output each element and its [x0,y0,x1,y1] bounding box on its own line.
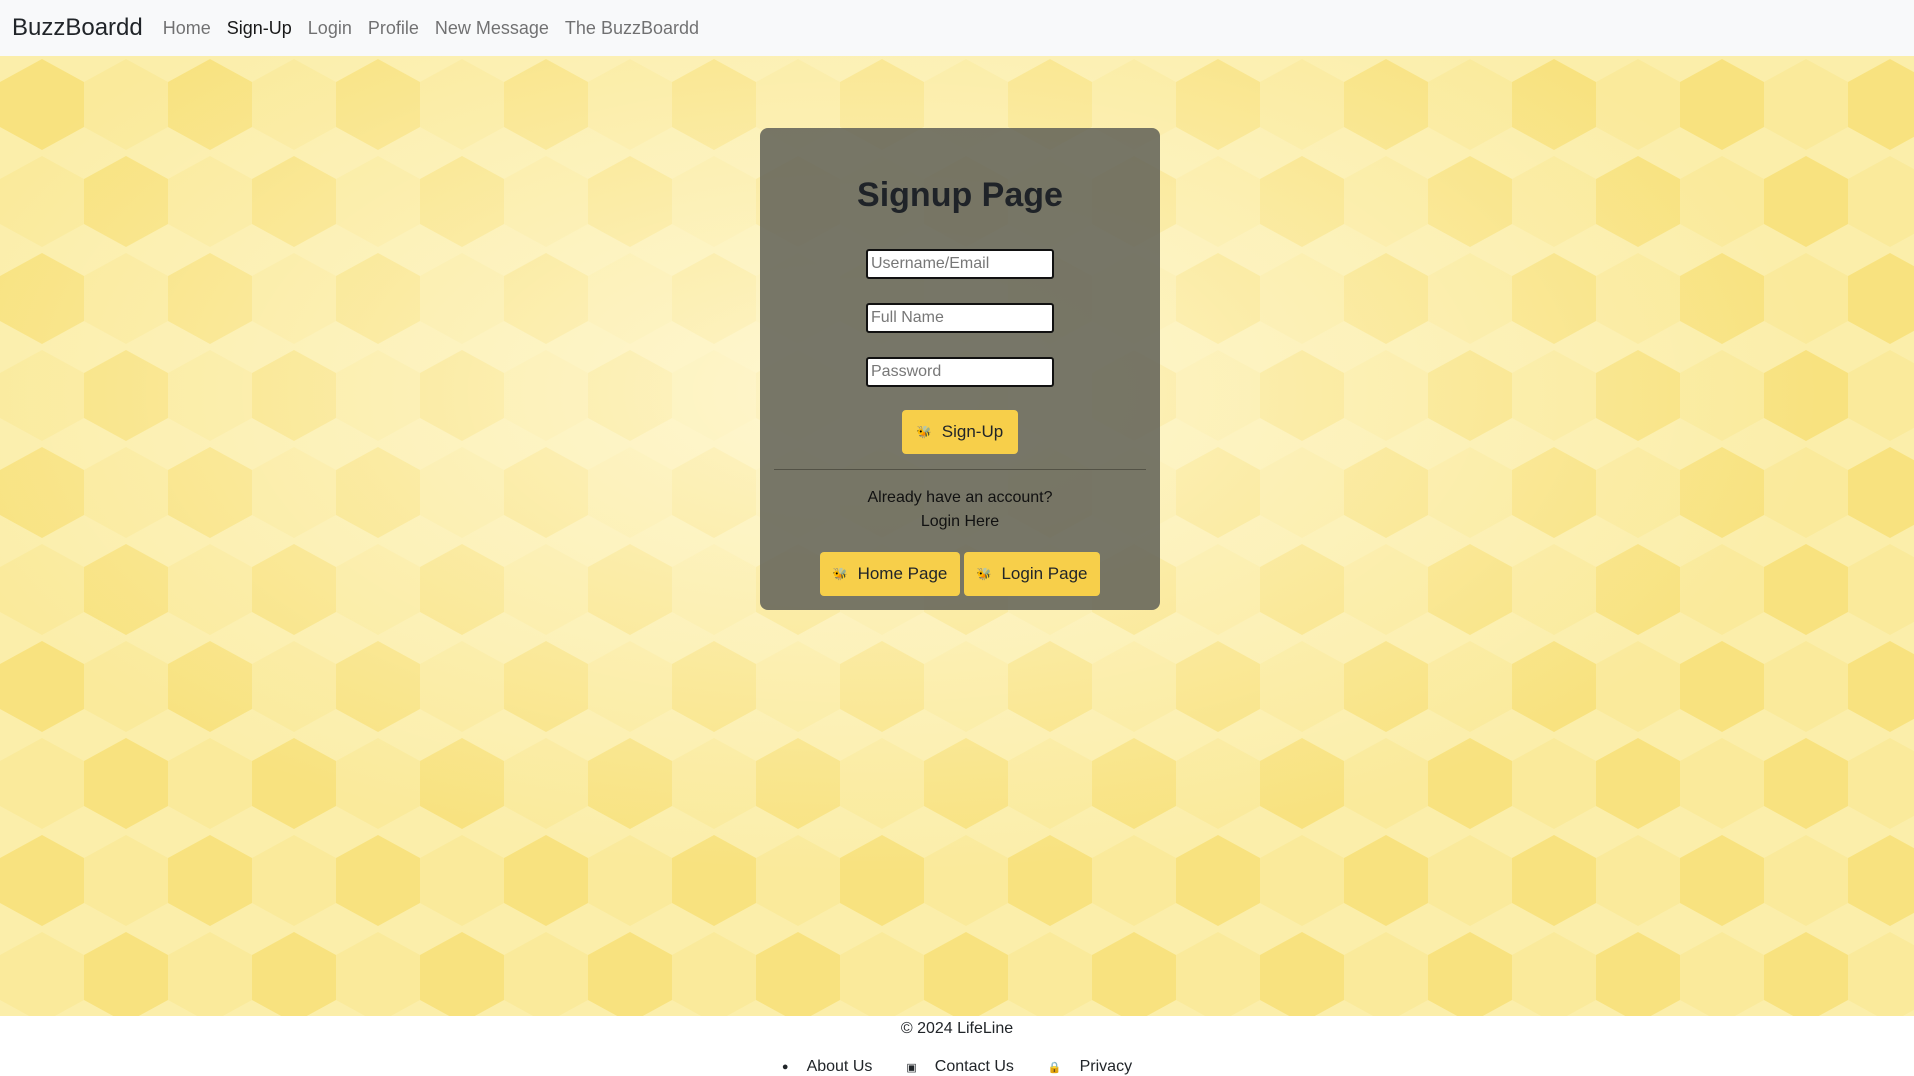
page-footer: © 2024 LifeLine ● About Us ▣ Contact Us … [0,1016,1914,1076]
bee-icon: 🐝 [832,567,848,581]
card-divider [774,469,1146,470]
password-input[interactable] [866,357,1054,387]
home-page-button[interactable]: 🐝 Home Page [820,552,960,596]
page-title: Signup Page [857,176,1063,214]
login-here-link[interactable]: Login Here [760,513,1160,531]
privacy-label: Privacy [1079,1058,1133,1075]
sign-up-button[interactable]: 🐝 Sign-Up [902,410,1018,454]
lock-icon: 🔒 [1047,1061,1062,1074]
bee-icon: 🐝 [916,425,932,439]
signup-card: Signup Page 🐝 Sign-Up Already have an ac… [760,128,1160,610]
full-name-input[interactable] [866,303,1054,333]
nav-link-sign-up[interactable]: Sign-Up [219,18,300,39]
nav-link-new-message[interactable]: New Message [427,18,557,39]
account-prompt: Already have an account? [867,489,1053,506]
brand-logo-link[interactable]: BuzzBoardd [12,14,143,42]
privacy-link[interactable]: 🔒 Privacy [1048,1058,1132,1076]
contact-card-icon: ▣ [906,1061,917,1074]
sign-up-button-label: Sign-Up [941,422,1004,441]
nav-link-login[interactable]: Login [300,18,360,39]
footer-links: ● About Us ▣ Contact Us 🔒 Privacy [0,1058,1914,1076]
contact-us-label: Contact Us [934,1058,1014,1075]
home-page-button-label: Home Page [857,564,948,583]
nav-link-home[interactable]: Home [155,18,219,39]
username-email-input[interactable] [866,249,1054,279]
about-us-link[interactable]: ● About Us [782,1058,872,1076]
contact-us-link[interactable]: ▣ Contact Us [906,1058,1014,1076]
top-navbar: BuzzBoardd Home Sign-Up Login Profile Ne… [0,0,1914,56]
login-page-button-label: Login Page [1001,564,1088,583]
bee-icon: 🐝 [976,567,992,581]
nav-link-profile[interactable]: Profile [360,18,427,39]
copyright-text: © 2024 LifeLine [900,1020,1014,1037]
nav-link-buzzboardd[interactable]: The BuzzBoardd [557,18,707,39]
about-us-label: About Us [806,1058,873,1075]
login-page-button[interactable]: 🐝 Login Page [964,552,1100,596]
info-circle-icon: ● [781,1061,789,1073]
